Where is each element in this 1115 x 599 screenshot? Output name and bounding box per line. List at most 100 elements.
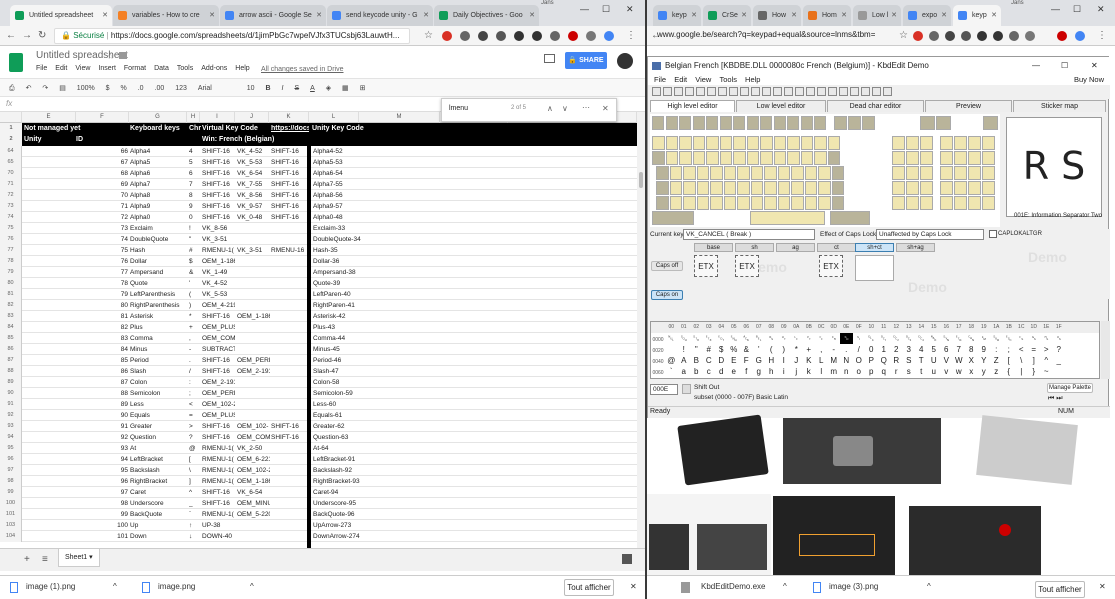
caps-off-button[interactable]: Caps off (651, 261, 683, 271)
charmap-cell[interactable]: } (1028, 366, 1041, 377)
cell[interactable]: 81 (76, 311, 128, 322)
cell[interactable]: SHIFT-16 (271, 190, 307, 201)
cell[interactable]: SHIFT-16 (202, 168, 235, 179)
keyboard-key[interactable] (683, 196, 696, 210)
charmap-cell[interactable]: ␆ (740, 333, 753, 344)
toolbar-icon[interactable] (795, 87, 804, 96)
cell[interactable]: 98 (76, 498, 128, 509)
cell[interactable]: Alpha4-52 (313, 146, 373, 157)
menu-tools[interactable]: Tools (177, 65, 193, 72)
find-next-icon[interactable]: ∨ (562, 104, 568, 113)
paint-format-icon[interactable]: ▤ (59, 79, 66, 96)
cell[interactable]: SHIFT-16 (202, 190, 235, 201)
toolbar-icon[interactable] (850, 87, 859, 96)
add-sheet-icon[interactable]: + (24, 554, 30, 565)
cell[interactable]: 90 (76, 410, 128, 421)
charmap-cell[interactable]: K (803, 355, 816, 366)
browser-tab[interactable]: Hom ✕ (803, 5, 851, 26)
pinterest-icon[interactable] (1057, 31, 1067, 41)
column-header[interactable]: G (129, 112, 187, 123)
keyboard-key[interactable] (723, 166, 736, 180)
state-col-5[interactable]: sh+ag (896, 243, 935, 252)
charmap-cell[interactable]: ␒ (890, 333, 903, 344)
row-number[interactable]: 64 (0, 146, 22, 157)
cell[interactable]: 5 (189, 157, 200, 168)
cell[interactable]: RMENU-1( (202, 509, 235, 520)
charmap-cell[interactable]: D (715, 355, 728, 366)
cell[interactable]: SHIFT-16 (202, 366, 235, 377)
charmap-cell[interactable]: z (990, 366, 1003, 377)
caps-on-button[interactable]: Caps on (651, 290, 683, 300)
keyboard-key[interactable] (719, 151, 732, 165)
cell[interactable]: ) (189, 300, 200, 311)
keyboard-key[interactable] (800, 116, 813, 130)
keyboard-key[interactable] (814, 136, 827, 150)
browser-tab[interactable]: How ✕ (753, 5, 801, 26)
kbd-close-button[interactable]: ✕ (1091, 57, 1098, 75)
avatar[interactable] (617, 53, 633, 69)
strikethrough-button[interactable]: S (294, 79, 299, 96)
charmap-cell[interactable]: P (865, 355, 878, 366)
charmap-cell[interactable]: n (840, 366, 853, 377)
cell[interactable]: 9 (189, 201, 200, 212)
toolbar-icon[interactable] (817, 87, 826, 96)
cell[interactable]: SUBTRACT-109 (202, 344, 235, 355)
cell[interactable]: LeftParen-40 (313, 289, 373, 300)
cell[interactable]: At (130, 443, 187, 454)
cell[interactable]: OEM_2-191 (237, 366, 270, 377)
charmap-cell[interactable]: : (990, 344, 1003, 355)
zoom-select[interactable]: 100% (77, 79, 95, 96)
charmap-cell[interactable]: @ (665, 355, 678, 366)
tab-close-icon[interactable]: ✕ (102, 5, 108, 26)
menu-edit[interactable]: Edit (55, 65, 67, 72)
keyboard-key[interactable] (968, 151, 981, 165)
cell[interactable]: 101 (76, 531, 128, 542)
extension-icon[interactable] (929, 31, 939, 41)
cell[interactable]: VK_5-53 (202, 289, 235, 300)
extension-icon[interactable] (496, 31, 506, 41)
cell[interactable]: RightParen-41 (313, 300, 373, 311)
charmap-cell[interactable]: * (790, 344, 803, 355)
keyboard-key[interactable] (834, 116, 847, 130)
cell[interactable] (237, 322, 270, 333)
star-doc-icon[interactable]: ☆ (107, 52, 114, 61)
charmap-cell[interactable]: N (840, 355, 853, 366)
charmap-cell[interactable]: U (928, 355, 941, 366)
charmap-cell[interactable]: a (678, 366, 691, 377)
cell[interactable]: VK_9-57 (237, 201, 270, 212)
toolbar-icon[interactable] (839, 87, 848, 96)
charmap-cell[interactable]: ␎ (840, 333, 853, 344)
cell[interactable]: Period-46 (313, 355, 373, 366)
cell[interactable]: RMENU-16 (271, 245, 307, 256)
menu-add-ons[interactable]: Add-ons (201, 65, 227, 72)
cell[interactable]: OEM_COMMA-188 (202, 333, 235, 344)
cell[interactable] (237, 399, 270, 410)
cell[interactable] (271, 476, 307, 487)
cell[interactable]: Asterisk-42 (313, 311, 373, 322)
charmap-cell[interactable]: | (1015, 366, 1028, 377)
header-docs-link[interactable]: https://docs.n (271, 125, 309, 132)
cell[interactable] (271, 234, 307, 245)
row-number[interactable]: 71 (0, 179, 22, 190)
keyboard-key[interactable] (787, 116, 799, 130)
keyboard-key[interactable] (760, 151, 773, 165)
charmap-cell[interactable]: 1 (878, 344, 891, 355)
buy-now-link[interactable]: Buy Now (1074, 75, 1104, 85)
find-more-icon[interactable]: ⋯ (582, 103, 590, 112)
row-number[interactable]: 89 (0, 377, 22, 388)
cell[interactable] (237, 234, 270, 245)
keyboard-key[interactable] (831, 181, 844, 195)
keyboard-key[interactable] (787, 151, 800, 165)
charmap-cell[interactable]: E (728, 355, 741, 366)
cell[interactable] (237, 388, 270, 399)
row-number[interactable]: 95 (0, 443, 22, 454)
scroll-thumb[interactable] (639, 172, 643, 188)
cell[interactable]: VK_6-54 (237, 487, 270, 498)
toolbar-icon[interactable] (707, 87, 716, 96)
keyboard-key[interactable] (940, 166, 953, 180)
keyboard-key[interactable] (750, 211, 825, 225)
cell[interactable]: VK_8-56 (202, 223, 235, 234)
keyboard-key[interactable] (920, 181, 933, 195)
charmap-cell[interactable]: X (965, 355, 978, 366)
charmap-cell[interactable]: q (878, 366, 891, 377)
